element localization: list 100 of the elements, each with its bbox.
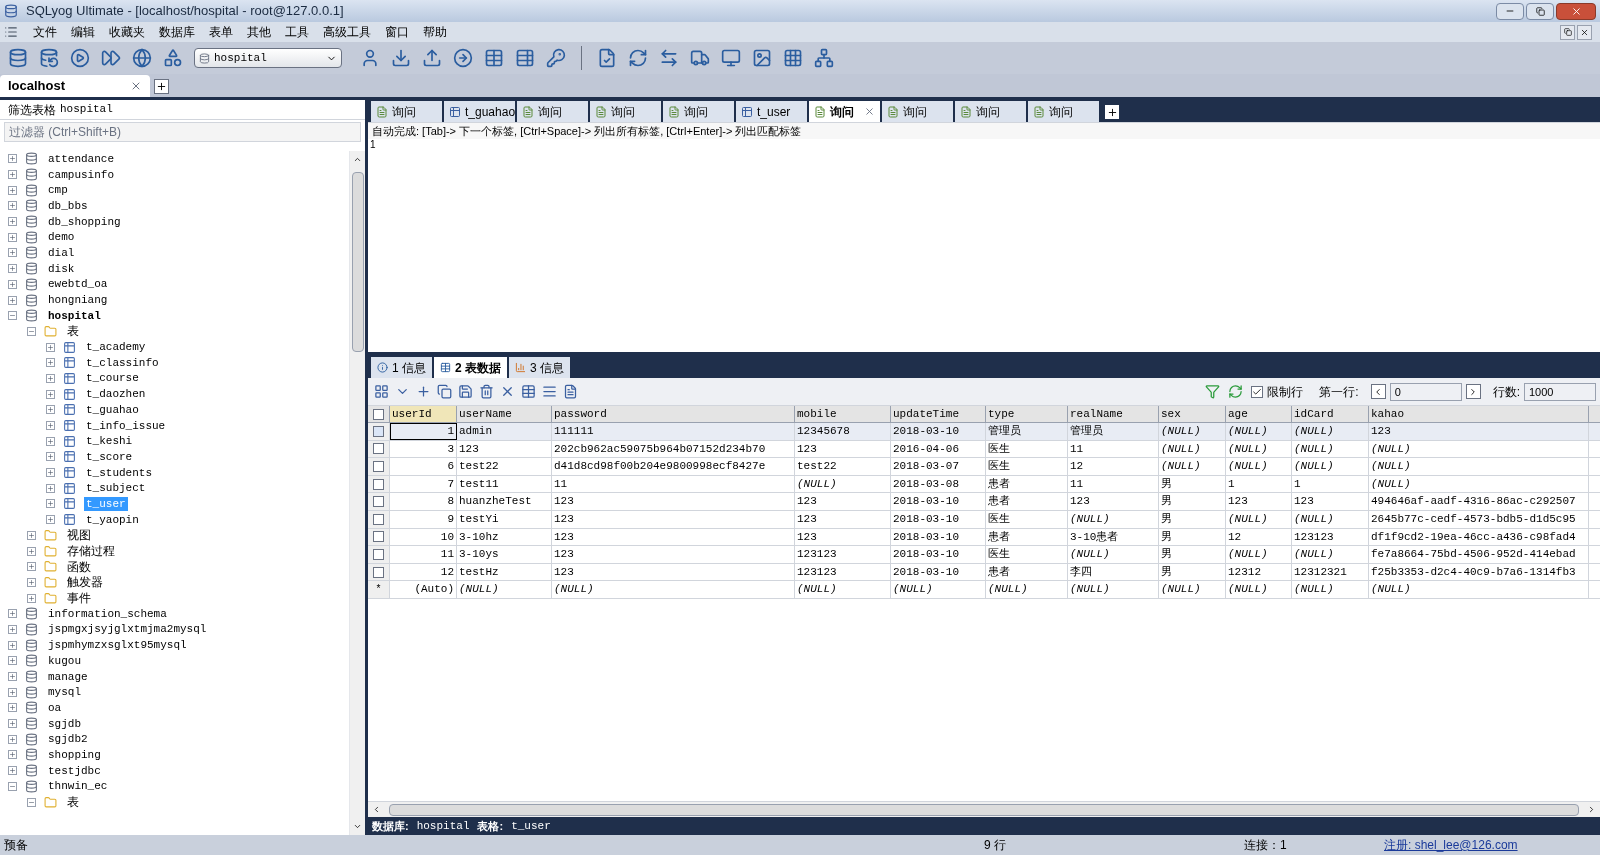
query-tab[interactable]: 询问 (517, 101, 588, 122)
table-icon[interactable] (521, 384, 536, 399)
result-tab[interactable]: 2 表数据 (434, 357, 508, 378)
close-icon[interactable] (130, 80, 142, 92)
tree-item[interactable]: demo (46, 230, 77, 245)
new-tab-button[interactable] (1105, 105, 1119, 119)
grid-icon[interactable] (374, 384, 389, 399)
collapse-toggle[interactable] (8, 311, 17, 321)
column-header[interactable]: updateTime (891, 406, 986, 422)
tree-item[interactable]: sgjdb2 (46, 732, 90, 747)
collapse-toggle[interactable] (27, 326, 36, 336)
expand-toggle[interactable] (8, 232, 17, 242)
filter-icon[interactable] (1205, 384, 1221, 399)
expand-toggle[interactable] (27, 562, 36, 572)
tree-item[interactable]: t_yaopin (84, 512, 141, 527)
row-checkbox[interactable] (373, 531, 384, 543)
cancel-icon[interactable] (500, 384, 515, 399)
column-header[interactable]: age (1226, 406, 1292, 422)
expand-toggle[interactable] (27, 593, 36, 603)
horizontal-scrollbar[interactable] (368, 801, 1600, 817)
query-tab[interactable]: t_user (736, 101, 807, 122)
tree-item[interactable]: t_score (84, 449, 135, 464)
register-link[interactable]: 注册: shel_lee@126.com (1384, 836, 1518, 854)
tree-item[interactable]: 事件 (65, 591, 93, 606)
scroll-left-icon[interactable] (372, 805, 381, 814)
expand-toggle[interactable] (8, 201, 17, 211)
query-tab[interactable]: t_guahao (444, 101, 515, 122)
tree-item[interactable]: 触发器 (65, 575, 105, 590)
database-select[interactable]: hospital (194, 48, 342, 68)
menu-item[interactable]: 收藏夹 (102, 23, 152, 41)
expand-toggle[interactable] (46, 452, 55, 462)
tree-item[interactable]: testjdbc (46, 763, 103, 778)
expand-toggle[interactable] (8, 703, 17, 713)
query-tab[interactable]: 询问 (590, 101, 661, 122)
menu-item[interactable]: 数据库 (152, 23, 202, 41)
query-tab[interactable]: 询问 (371, 101, 442, 122)
expand-toggle[interactable] (8, 279, 17, 289)
menu-icon[interactable] (4, 25, 18, 39)
row-checkbox[interactable] (373, 461, 384, 472)
tree-item[interactable]: 表 (65, 324, 81, 339)
tree-item[interactable]: dial (46, 245, 77, 260)
expand-toggle[interactable] (8, 734, 17, 744)
sql-editor[interactable]: 1 (368, 139, 1600, 352)
column-header[interactable]: type (986, 406, 1068, 422)
select-all-checkbox[interactable] (373, 408, 384, 420)
column-header[interactable]: mobile (795, 406, 891, 422)
tree-item[interactable]: disk (46, 261, 77, 276)
tree-item[interactable]: 表 (65, 795, 81, 810)
tree-item[interactable]: kugou (46, 653, 83, 668)
scroll-right-icon[interactable] (1587, 805, 1596, 814)
add-row-icon[interactable] (416, 384, 431, 399)
tree-item[interactable]: manage (46, 669, 90, 684)
tree-item[interactable]: t_students (84, 465, 154, 480)
expand-toggle[interactable] (46, 373, 55, 383)
expand-toggle[interactable] (8, 719, 17, 729)
tree-item[interactable]: thnwin_ec (46, 779, 110, 794)
tree-item[interactable]: db_bbs (46, 198, 90, 213)
connection-tab[interactable]: localhost (0, 75, 150, 97)
tree-item[interactable]: jspmgxjsyjglxtmjma2mysql (46, 622, 209, 637)
expand-toggle[interactable] (46, 358, 55, 368)
tree-item[interactable]: mysql (46, 685, 83, 700)
tree-item[interactable]: t_course (84, 371, 141, 386)
delete-icon[interactable] (479, 384, 494, 399)
collapse-toggle[interactable] (27, 797, 36, 807)
expand-toggle[interactable] (8, 687, 17, 697)
tree-item[interactable]: attendance (46, 151, 116, 166)
tree-item[interactable]: hongniang (46, 293, 110, 308)
expand-toggle[interactable] (8, 264, 17, 274)
query-tab[interactable]: 询问 (809, 101, 880, 122)
menu-item[interactable]: 窗口 (378, 23, 416, 41)
tree-item[interactable]: t_classinfo (84, 355, 161, 370)
tree-item[interactable]: campusinfo (46, 167, 116, 182)
expand-toggle[interactable] (8, 640, 17, 650)
row-checkbox[interactable] (373, 478, 384, 490)
tree-item[interactable]: ewebtd_oa (46, 277, 110, 292)
row-checkbox[interactable] (373, 566, 384, 578)
first-row-field[interactable]: 0 (1389, 382, 1462, 401)
expand-toggle[interactable] (8, 766, 17, 776)
expand-toggle[interactable] (46, 468, 55, 478)
tree-item[interactable]: shopping (46, 747, 103, 762)
text-icon[interactable] (563, 384, 578, 399)
close-icon[interactable] (864, 106, 875, 117)
column-header[interactable]: userName (457, 406, 552, 422)
expand-toggle[interactable] (46, 483, 55, 493)
column-header[interactable]: sex (1159, 406, 1226, 422)
menu-item[interactable]: 工具 (278, 23, 316, 41)
expand-toggle[interactable] (8, 609, 17, 619)
menu-item[interactable]: 其他 (240, 23, 278, 41)
expand-toggle[interactable] (46, 342, 55, 352)
refresh-icon[interactable] (1228, 384, 1244, 399)
expand-toggle[interactable] (8, 295, 17, 305)
query-tab[interactable]: 询问 (1028, 101, 1099, 122)
tree-item[interactable]: information_schema (46, 606, 169, 621)
query-tab[interactable]: 询问 (882, 101, 953, 122)
expand-toggle[interactable] (46, 499, 55, 509)
scroll-up-icon[interactable] (353, 155, 362, 164)
row-checkbox[interactable] (373, 425, 384, 437)
result-tab[interactable]: 1 信息 (371, 357, 432, 378)
menu-item[interactable]: 高级工具 (316, 23, 378, 41)
result-tab[interactable]: 3 信息 (509, 357, 571, 378)
